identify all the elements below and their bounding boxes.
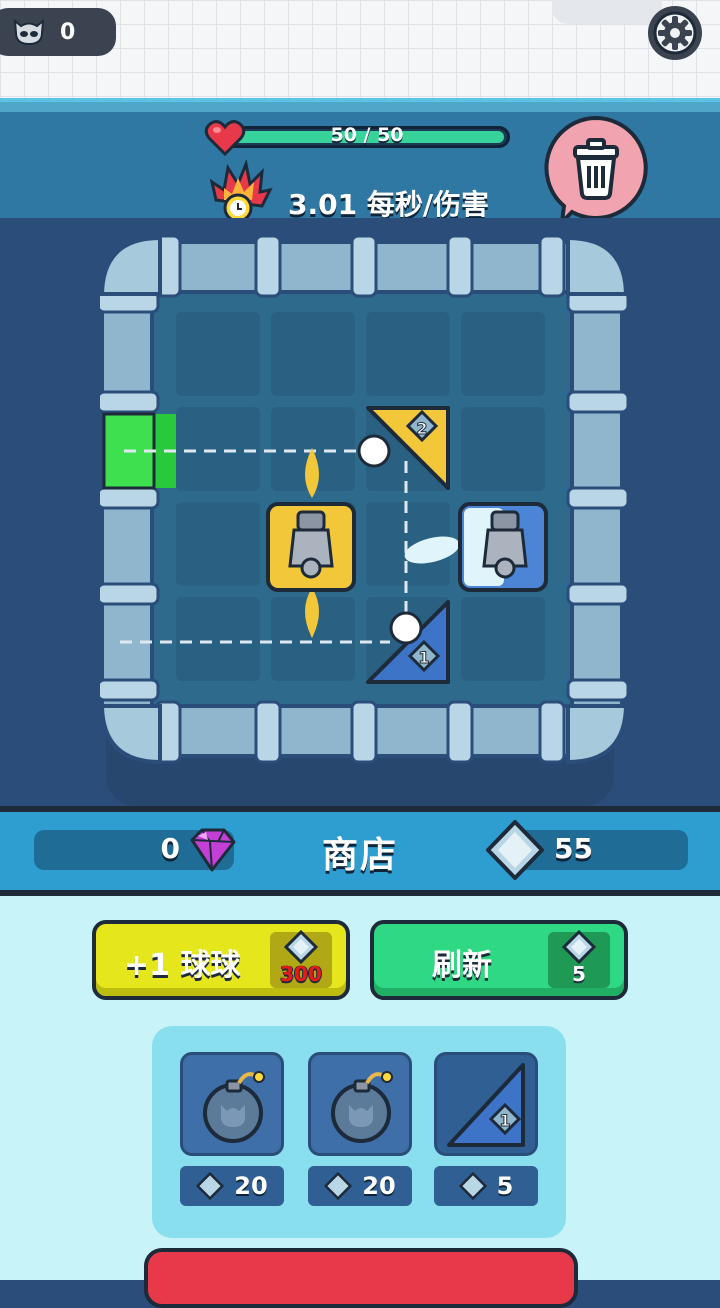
shop-item-bomb[interactable] (179, 1052, 284, 1156)
start-button[interactable] (144, 1248, 578, 1308)
crystal-icon (196, 1172, 225, 1200)
refresh-label: 刷新 (432, 948, 492, 983)
skull-count: 0 (60, 19, 76, 45)
crystal-icon (486, 820, 544, 880)
item-price-value: 20 (362, 1172, 396, 1200)
tile-level: 1 (418, 648, 429, 667)
skull-counter: 0 (0, 8, 116, 56)
bomb-icon (179, 1071, 265, 1143)
gem-count: 0 (160, 832, 180, 865)
crystal-icon (458, 1172, 487, 1200)
gem-icon (190, 828, 236, 872)
ball (357, 434, 391, 468)
item-price-value: 5 (496, 1172, 514, 1200)
bomb-icon (331, 1051, 393, 1143)
crystal-icon (562, 930, 596, 964)
crystal-icon (284, 930, 318, 964)
tile-level: 2 (416, 419, 427, 438)
crystal-icon (324, 1172, 353, 1200)
triangle-block-icon: 1 (447, 1063, 525, 1147)
gear-icon (653, 11, 697, 55)
game-board[interactable]: 2 1 (100, 236, 628, 764)
refresh-cost: 5 (548, 930, 610, 988)
skull-icon (13, 18, 45, 46)
add-ball-button[interactable]: +1 球球 300 (92, 920, 350, 1000)
refresh-cost-value: 5 (572, 962, 586, 986)
shop-item-bomb[interactable] (308, 1051, 412, 1156)
shop-item-price: 20 (180, 1166, 284, 1206)
add-ball-cost: 300 (270, 930, 332, 988)
refresh-button[interactable]: 刷新 5 (370, 920, 628, 1000)
ball (389, 611, 423, 645)
shop-title: 商店 (321, 835, 398, 876)
shop-item-triangle[interactable]: 1 (434, 1052, 538, 1156)
add-ball-label: +1 球球 (124, 948, 241, 983)
trash-button[interactable] (542, 114, 650, 226)
top-menu-tab[interactable] (552, 0, 662, 24)
dps-text: 3.01 每秒/伤害 (288, 188, 490, 221)
add-ball-cost-value: 300 (280, 962, 322, 986)
item-price-value: 20 (234, 1172, 268, 1200)
hp-text: 50 / 50 (330, 124, 404, 146)
settings-button[interactable] (648, 6, 702, 60)
shop-item-price: 20 (308, 1166, 412, 1206)
shop-item-price: 5 (434, 1166, 538, 1206)
crystal-count: 55 (554, 832, 593, 865)
damage-timer-icon (209, 160, 273, 223)
tile-level: 1 (499, 1111, 510, 1130)
